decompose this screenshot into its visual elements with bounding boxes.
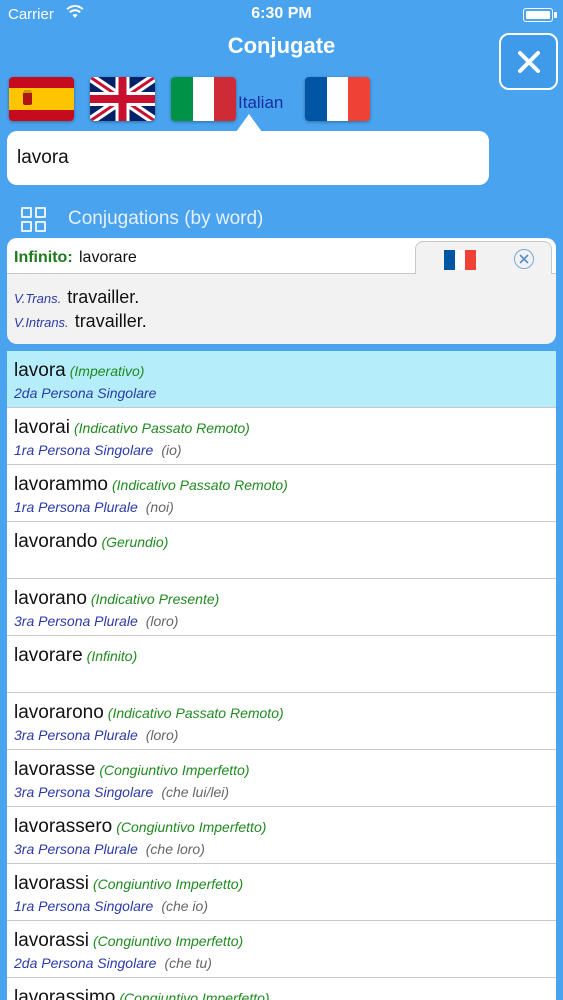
clock: 6:30 PM xyxy=(251,5,312,22)
table-row[interactable]: lavorano (Indicativo Presente) 3ra Person… xyxy=(7,579,556,636)
table-row[interactable]: lavorarono (Indicativo Passato Remoto) 3r… xyxy=(7,693,556,750)
pronoun-label: (loro) xyxy=(145,613,179,629)
tense-label: (Congiuntivo Imperfetto) xyxy=(92,876,244,892)
conjugated-word: lavora xyxy=(14,360,66,381)
table-row[interactable]: lavorai (Indicativo Passato Remoto) 1ra P… xyxy=(7,408,556,465)
tense-label: (Gerundio) xyxy=(101,534,169,550)
tense-label: (Congiuntivo Imperfetto) xyxy=(116,819,267,835)
france-flag-icon xyxy=(444,250,476,270)
translation-text: travailler. xyxy=(74,311,147,331)
pronoun-label: (che io) xyxy=(161,898,208,914)
table-row[interactable]: lavorando (Gerundio) xyxy=(7,522,556,579)
france-flag-button[interactable] xyxy=(305,77,370,121)
tense-label: (Indicativo Presente) xyxy=(90,591,220,607)
grid-icon[interactable] xyxy=(21,207,47,233)
conjugated-word: lavorarono xyxy=(14,702,104,723)
definition-line: V.Intrans. travailler. xyxy=(14,311,147,332)
close-icon xyxy=(519,254,529,264)
remove-translation-button[interactable] xyxy=(514,249,534,269)
conjugated-word: lavorassero xyxy=(14,816,113,837)
person-label: 1ra Persona Singolare xyxy=(14,898,154,914)
table-row[interactable]: lavorare (Infinito) xyxy=(7,636,556,693)
tense-label: (Indicativo Passato Remoto) xyxy=(107,705,284,721)
conjugated-word: lavorassimo xyxy=(14,987,116,1000)
tense-label: (Indicativo Passato Remoto) xyxy=(73,420,250,436)
pronoun-label: (che tu) xyxy=(164,955,212,971)
conjugated-word: lavorassi xyxy=(14,873,89,894)
translation-tab[interactable] xyxy=(415,241,552,274)
definition-header: Infinito: lavorare xyxy=(7,238,556,274)
translation-text: travailler. xyxy=(67,287,140,307)
table-row[interactable]: lavorasse (Congiuntivo Imperfetto) 3ra Pe… xyxy=(7,750,556,807)
conjugated-word: lavorando xyxy=(14,531,98,552)
page-title: Conjugate xyxy=(227,33,336,58)
battery-icon xyxy=(523,8,557,22)
part-of-speech: V.Intrans. xyxy=(14,315,69,330)
search-pointer xyxy=(236,114,262,132)
infinitive-label: Infinito: xyxy=(14,249,73,266)
uk-flag-button[interactable] xyxy=(90,77,155,121)
spain-flag-button[interactable] xyxy=(9,77,74,121)
table-row[interactable]: lavorassimo (Congiuntivo Imperfetto) xyxy=(7,978,556,1000)
close-icon xyxy=(517,50,540,73)
person-label: 3ra Persona Plurale xyxy=(14,841,138,857)
italy-flag-button[interactable] xyxy=(171,77,236,121)
table-row[interactable]: lavorassi (Congiuntivo Imperfetto) 2da Pe… xyxy=(7,921,556,978)
status-bar: Carrier 6:30 PM xyxy=(0,0,563,30)
table-row[interactable]: lavorassero (Congiuntivo Imperfetto) 3ra … xyxy=(7,807,556,864)
pronoun-label: (che lui/lei) xyxy=(161,784,230,800)
definition-line: V.Trans. travailler. xyxy=(14,287,139,308)
uk-flag-icon xyxy=(90,77,155,121)
section-title: Conjugations (by word) xyxy=(68,208,264,229)
tense-label: (Imperativo) xyxy=(69,363,145,379)
person-label: 2da Persona Singolare xyxy=(14,385,157,401)
conjugated-word: lavorasse xyxy=(14,759,96,780)
selected-language-label: Italian xyxy=(238,93,284,112)
person-label: 3ra Persona Plurale xyxy=(14,613,138,629)
person-label: 1ra Persona Plurale xyxy=(14,499,138,515)
tense-label: (Congiuntivo Imperfetto) xyxy=(92,933,244,949)
conjugated-word: lavorano xyxy=(14,588,87,609)
spain-flag-icon xyxy=(9,77,74,121)
conjugated-word: lavorassi xyxy=(14,930,89,951)
part-of-speech: V.Trans. xyxy=(14,291,62,306)
pronoun-label: (io) xyxy=(161,442,182,458)
pronoun-label: (noi) xyxy=(145,499,174,515)
definition-card: Infinito: lavorare V.Trans. travailler. V… xyxy=(7,238,556,344)
person-label: 3ra Persona Plurale xyxy=(14,727,138,743)
language-selector: Italian xyxy=(0,74,563,126)
person-label: 3ra Persona Singolare xyxy=(14,784,154,800)
tense-label: (Indicativo Passato Remoto) xyxy=(111,477,288,493)
tense-label: (Congiuntivo Imperfetto) xyxy=(119,990,270,1000)
conjugation-list[interactable]: lavora (Imperativo) 2da Persona Singolare… xyxy=(7,351,556,1000)
section-header: Conjugations (by word) xyxy=(0,200,563,236)
person-label: 1ra Persona Singolare xyxy=(14,442,154,458)
tense-label: (Infinito) xyxy=(86,648,138,664)
france-flag-icon xyxy=(305,77,370,121)
conjugated-word: lavorammo xyxy=(14,474,108,495)
tense-label: (Congiuntivo Imperfetto) xyxy=(99,762,250,778)
infinitive-value: lavorare xyxy=(79,249,137,266)
search-box xyxy=(7,131,489,185)
search-input[interactable] xyxy=(17,139,477,177)
italy-flag-icon xyxy=(171,77,236,121)
pronoun-label: (loro) xyxy=(145,727,179,743)
person-label: 2da Persona Singolare xyxy=(14,955,157,971)
table-row[interactable]: lavorassi (Congiuntivo Imperfetto) 1ra Pe… xyxy=(7,864,556,921)
pronoun-label: (che loro) xyxy=(145,841,205,857)
table-row[interactable]: lavorammo (Indicativo Passato Remoto) 1ra… xyxy=(7,465,556,522)
table-row[interactable]: lavora (Imperativo) 2da Persona Singolare xyxy=(7,351,556,408)
conjugated-word: lavorare xyxy=(14,645,83,666)
conjugated-word: lavorai xyxy=(14,417,70,438)
